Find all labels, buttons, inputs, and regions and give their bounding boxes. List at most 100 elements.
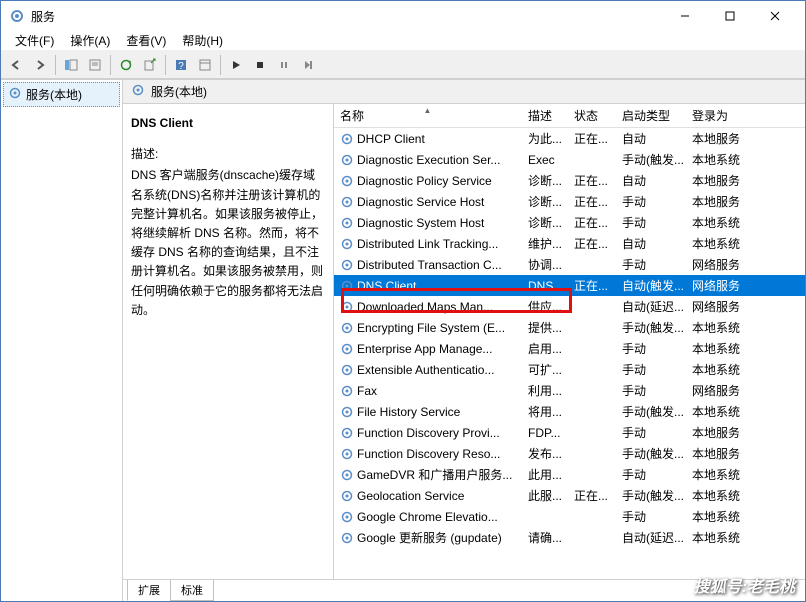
services-window: 服务 文件(F) 操作(A) 查看(V) 帮助(H) ?	[0, 0, 806, 602]
list-body[interactable]: DHCP Client为此...正在...自动本地服务Diagnostic Ex…	[334, 128, 805, 579]
cell-logon: 本地系统	[686, 529, 756, 546]
column-description[interactable]: 描述	[522, 107, 568, 124]
start-button[interactable]	[225, 54, 247, 76]
column-logon-as[interactable]: 登录为	[686, 107, 756, 124]
service-row[interactable]: Google 更新服务 (gupdate)请确...自动(延迟...本地系统	[334, 527, 805, 548]
cell-logon: 本地服务	[686, 172, 756, 189]
back-button[interactable]	[5, 54, 27, 76]
tab-standard[interactable]: 标准	[170, 580, 214, 601]
refresh-button[interactable]	[115, 54, 137, 76]
right-pane: 服务(本地) DNS Client 描述: DNS 客户端服务(dnscache…	[123, 80, 805, 601]
service-row[interactable]: Diagnostic Execution Ser...Exec手动(触发...本…	[334, 149, 805, 170]
column-status[interactable]: 状态	[568, 107, 616, 124]
main-body: 服务(本地) 服务(本地) DNS Client 描述: DNS 客户端服务(d…	[1, 79, 805, 601]
service-row[interactable]: Diagnostic Policy Service诊断...正在...自动本地服…	[334, 170, 805, 191]
cell-logon: 本地系统	[686, 214, 756, 231]
cell-logon: 本地系统	[686, 361, 756, 378]
service-row[interactable]: DNS ClientDNS...正在...自动(触发...网络服务	[334, 275, 805, 296]
watermark: 搜狐号:老毛桃	[694, 573, 795, 597]
titlebar: 服务	[1, 1, 805, 31]
cell-logon: 本地服务	[686, 130, 756, 147]
minimize-button[interactable]	[662, 2, 707, 30]
cell-desc: 此服...	[522, 487, 568, 504]
service-row[interactable]: Google Chrome Elevatio...手动本地系统	[334, 506, 805, 527]
help-button[interactable]: ?	[170, 54, 192, 76]
properties-button[interactable]	[84, 54, 106, 76]
cell-desc: DNS...	[522, 279, 568, 293]
service-row[interactable]: DHCP Client为此...正在...自动本地服务	[334, 128, 805, 149]
service-row[interactable]: Geolocation Service此服...正在...手动(触发...本地系…	[334, 485, 805, 506]
cell-name: Enterprise App Manage...	[334, 342, 522, 356]
service-row[interactable]: Downloaded Maps Man...供应...自动(延迟...网络服务	[334, 296, 805, 317]
service-row[interactable]: GameDVR 和广播用户服务...此用...手动本地系统	[334, 464, 805, 485]
cell-name: Diagnostic System Host	[334, 216, 522, 230]
cell-desc: 可扩...	[522, 361, 568, 378]
cell-desc: Exec	[522, 153, 568, 167]
service-row[interactable]: File History Service将用...手动(触发...本地系统	[334, 401, 805, 422]
service-row[interactable]: Function Discovery Provi...FDP...手动本地服务	[334, 422, 805, 443]
menu-help[interactable]: 帮助(H)	[174, 30, 231, 51]
show-hide-tree-button[interactable]	[60, 54, 82, 76]
menu-file[interactable]: 文件(F)	[7, 30, 62, 51]
tree-root-services[interactable]: 服务(本地)	[3, 82, 120, 107]
props-icon[interactable]	[194, 54, 216, 76]
service-row[interactable]: Function Discovery Reso...发布...手动(触发...本…	[334, 443, 805, 464]
column-startup-type[interactable]: 启动类型	[616, 107, 686, 124]
service-row[interactable]: Enterprise App Manage...启用...手动本地系统	[334, 338, 805, 359]
cell-status: 正在...	[568, 193, 616, 210]
cell-name: DNS Client	[334, 279, 522, 293]
export-button[interactable]	[139, 54, 161, 76]
cell-logon: 本地系统	[686, 151, 756, 168]
window-title: 服务	[31, 8, 662, 25]
cell-startup: 手动	[616, 382, 686, 399]
menu-action[interactable]: 操作(A)	[62, 30, 118, 51]
cell-status: 正在...	[568, 235, 616, 252]
cell-startup: 自动(触发...	[616, 277, 686, 294]
cell-logon: 网络服务	[686, 382, 756, 399]
service-row[interactable]: Diagnostic System Host诊断...正在...手动本地系统	[334, 212, 805, 233]
cell-desc: 发布...	[522, 445, 568, 462]
close-button[interactable]	[752, 2, 797, 30]
cell-desc: 协调...	[522, 256, 568, 273]
svg-text:?: ?	[178, 61, 184, 72]
tree-root-label: 服务(本地)	[26, 86, 82, 103]
menu-view[interactable]: 查看(V)	[118, 30, 174, 51]
cell-startup: 手动	[616, 508, 686, 525]
cell-logon: 本地系统	[686, 319, 756, 336]
cell-logon: 本地服务	[686, 193, 756, 210]
restart-button[interactable]	[297, 54, 319, 76]
pause-button[interactable]	[273, 54, 295, 76]
column-name[interactable]: ▲名称	[334, 107, 522, 124]
service-row[interactable]: Diagnostic Service Host诊断...正在...手动本地服务	[334, 191, 805, 212]
cell-startup: 手动	[616, 214, 686, 231]
cell-desc: 诊断...	[522, 172, 568, 189]
cell-logon: 本地系统	[686, 487, 756, 504]
cell-desc: 将用...	[522, 403, 568, 420]
forward-button[interactable]	[29, 54, 51, 76]
cell-name: Distributed Link Tracking...	[334, 237, 522, 251]
cell-startup: 手动	[616, 340, 686, 357]
cell-startup: 自动	[616, 172, 686, 189]
service-row[interactable]: Fax利用...手动网络服务	[334, 380, 805, 401]
cell-startup: 自动(延迟...	[616, 529, 686, 546]
service-row[interactable]: Distributed Transaction C...协调...手动网络服务	[334, 254, 805, 275]
cell-name: Fax	[334, 384, 522, 398]
cell-name: Diagnostic Service Host	[334, 195, 522, 209]
cell-name: Geolocation Service	[334, 489, 522, 503]
cell-name: Function Discovery Provi...	[334, 426, 522, 440]
tab-extended[interactable]: 扩展	[127, 580, 171, 601]
service-row[interactable]: Distributed Link Tracking...维护...正在...自动…	[334, 233, 805, 254]
stop-button[interactable]	[249, 54, 271, 76]
service-row[interactable]: Encrypting File System (E...提供...手动(触发..…	[334, 317, 805, 338]
service-row[interactable]: Extensible Authenticatio...可扩...手动本地系统	[334, 359, 805, 380]
cell-desc: 供应...	[522, 298, 568, 315]
cell-startup: 手动(触发...	[616, 319, 686, 336]
maximize-button[interactable]	[707, 2, 752, 30]
cell-logon: 网络服务	[686, 256, 756, 273]
cell-startup: 手动(触发...	[616, 445, 686, 462]
cell-desc: 请确...	[522, 529, 568, 546]
cell-logon: 网络服务	[686, 298, 756, 315]
cell-logon: 本地系统	[686, 340, 756, 357]
description-text: DNS 客户端服务(dnscache)缓存域名系统(DNS)名称并注册该计算机的…	[131, 166, 325, 320]
cell-logon: 本地服务	[686, 445, 756, 462]
